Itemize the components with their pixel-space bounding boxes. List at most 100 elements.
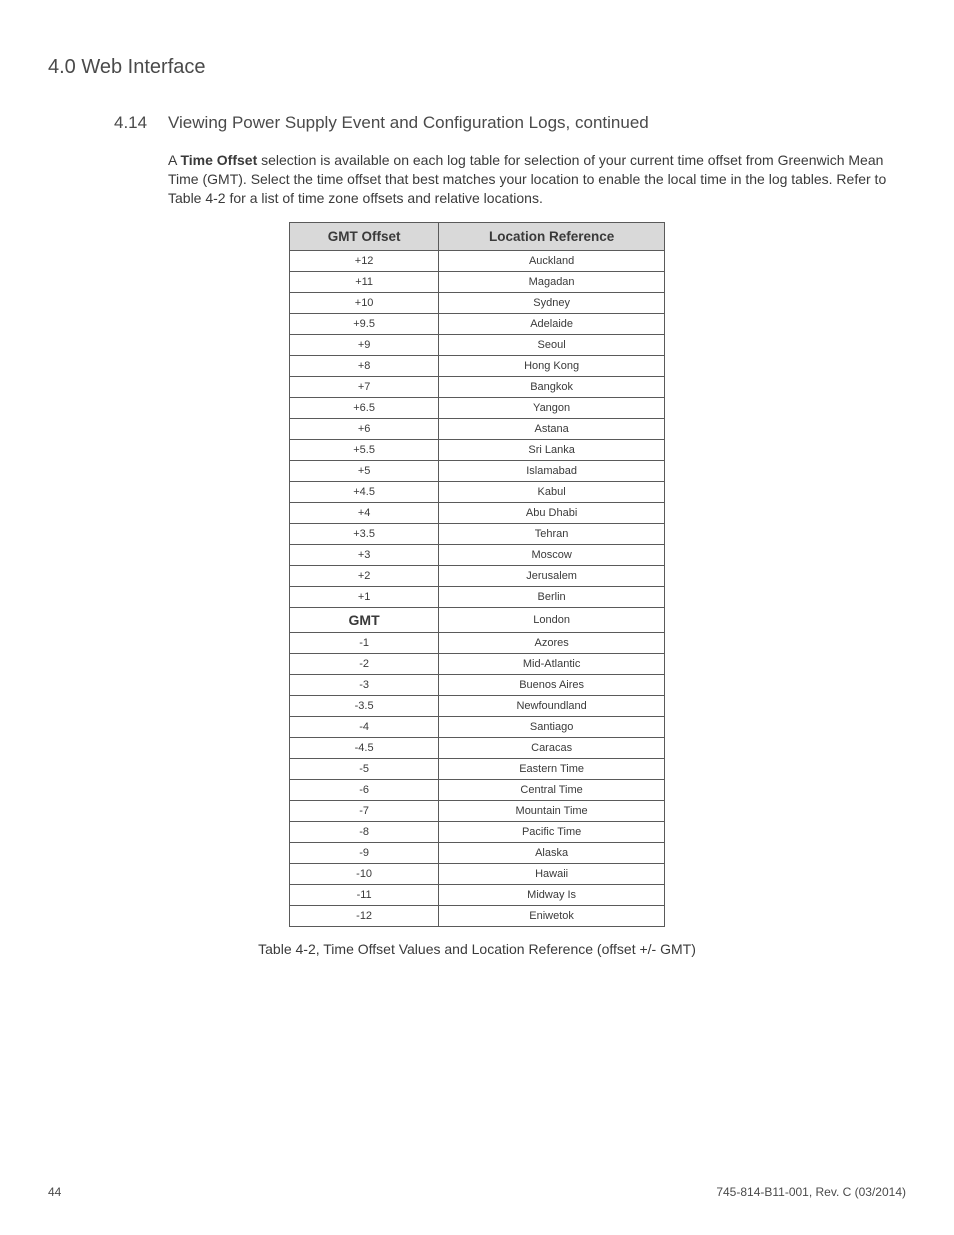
table-cell-offset: +7: [290, 376, 439, 397]
table-cell-offset: -8: [290, 821, 439, 842]
table-cell-location: Azores: [439, 632, 665, 653]
table-cell-location: Seoul: [439, 334, 665, 355]
table-caption: Table 4-2, Time Offset Values and Locati…: [48, 941, 906, 957]
table-cell-location: Astana: [439, 418, 665, 439]
table-cell-location: Moscow: [439, 544, 665, 565]
table-cell-location: Caracas: [439, 737, 665, 758]
table-cell-offset: +1: [290, 586, 439, 607]
table-cell-offset: +6.5: [290, 397, 439, 418]
table-row: +7Bangkok: [290, 376, 665, 397]
table-row: -1Azores: [290, 632, 665, 653]
table-row: +6.5Yangon: [290, 397, 665, 418]
table-cell-location: Auckland: [439, 250, 665, 271]
table-cell-location: Central Time: [439, 779, 665, 800]
table-cell-offset: +8: [290, 355, 439, 376]
table-row: +11Magadan: [290, 271, 665, 292]
table-cell-offset: +9: [290, 334, 439, 355]
table-row: +4.5Kabul: [290, 481, 665, 502]
paragraph-lead: A: [168, 152, 180, 168]
table-cell-location: Eastern Time: [439, 758, 665, 779]
table-cell-offset: -10: [290, 863, 439, 884]
table-row: +5Islamabad: [290, 460, 665, 481]
table-cell-offset: -3.5: [290, 695, 439, 716]
table-cell-offset: +10: [290, 292, 439, 313]
table-cell-offset: -7: [290, 800, 439, 821]
table-cell-offset: +3.5: [290, 523, 439, 544]
table-cell-offset: +6: [290, 418, 439, 439]
table-row: -11Midway Is: [290, 884, 665, 905]
table-cell-offset: -4: [290, 716, 439, 737]
section-number: 4.14: [114, 113, 168, 133]
table-row: -3Buenos Aires: [290, 674, 665, 695]
table-cell-offset: +5: [290, 460, 439, 481]
table-cell-location: Magadan: [439, 271, 665, 292]
page-footer: 44 745-814-B11-001, Rev. C (03/2014): [48, 1185, 906, 1199]
table-cell-location: Buenos Aires: [439, 674, 665, 695]
table-cell-offset: -6: [290, 779, 439, 800]
table-cell-location: Midway Is: [439, 884, 665, 905]
table-row: +1Berlin: [290, 586, 665, 607]
section-heading: 4.14 Viewing Power Supply Event and Conf…: [114, 113, 906, 133]
table-row: -3.5Newfoundland: [290, 695, 665, 716]
table-cell-location: Islamabad: [439, 460, 665, 481]
table-row: GMTLondon: [290, 607, 665, 632]
table-row: -8Pacific Time: [290, 821, 665, 842]
table-cell-location: Bangkok: [439, 376, 665, 397]
table-cell-location: Abu Dhabi: [439, 502, 665, 523]
table-cell-offset: +4: [290, 502, 439, 523]
table-cell-location: London: [439, 607, 665, 632]
table-cell-offset: -3: [290, 674, 439, 695]
table-row: +4Abu Dhabi: [290, 502, 665, 523]
table-row: -7Mountain Time: [290, 800, 665, 821]
table-row: +5.5Sri Lanka: [290, 439, 665, 460]
table-row: +9Seoul: [290, 334, 665, 355]
table-row: -4Santiago: [290, 716, 665, 737]
table-cell-offset: -5: [290, 758, 439, 779]
footer-page-number: 44: [48, 1185, 61, 1199]
table-row: -10Hawaii: [290, 863, 665, 884]
table-row: +3.5Tehran: [290, 523, 665, 544]
table-cell-offset: +5.5: [290, 439, 439, 460]
table-cell-offset: +4.5: [290, 481, 439, 502]
table-cell-location: Sri Lanka: [439, 439, 665, 460]
table-row: +6Astana: [290, 418, 665, 439]
table-row: -2Mid-Atlantic: [290, 653, 665, 674]
table-cell-location: Pacific Time: [439, 821, 665, 842]
table-row: +9.5Adelaide: [290, 313, 665, 334]
chapter-heading: 4.0 Web Interface: [48, 56, 906, 79]
table-cell-offset: GMT: [290, 607, 439, 632]
table-row: +8Hong Kong: [290, 355, 665, 376]
table-header-offset: GMT Offset: [290, 222, 439, 250]
table-row: -5Eastern Time: [290, 758, 665, 779]
section-title: Viewing Power Supply Event and Configura…: [168, 113, 649, 133]
table-row: -12Eniwetok: [290, 905, 665, 926]
table-cell-offset: +12: [290, 250, 439, 271]
table-cell-offset: +11: [290, 271, 439, 292]
table-row: +2Jerusalem: [290, 565, 665, 586]
table-row: +3Moscow: [290, 544, 665, 565]
table-cell-location: Sydney: [439, 292, 665, 313]
table-cell-location: Hong Kong: [439, 355, 665, 376]
table-cell-offset: -9: [290, 842, 439, 863]
table-header-location: Location Reference: [439, 222, 665, 250]
paragraph-rest: selection is available on each log table…: [168, 152, 886, 206]
table-row: +10Sydney: [290, 292, 665, 313]
table-cell-location: Mid-Atlantic: [439, 653, 665, 674]
table-cell-location: Alaska: [439, 842, 665, 863]
table-cell-offset: -2: [290, 653, 439, 674]
table-row: -4.5Caracas: [290, 737, 665, 758]
table-cell-offset: +9.5: [290, 313, 439, 334]
table-cell-offset: -4.5: [290, 737, 439, 758]
gmt-offset-table: GMT Offset Location Reference +12Aucklan…: [289, 222, 665, 927]
table-cell-location: Hawaii: [439, 863, 665, 884]
table-cell-offset: +2: [290, 565, 439, 586]
paragraph-bold: Time Offset: [180, 152, 257, 168]
table-cell-offset: +3: [290, 544, 439, 565]
table-cell-location: Berlin: [439, 586, 665, 607]
table-row: +12Auckland: [290, 250, 665, 271]
table-cell-offset: -1: [290, 632, 439, 653]
table-cell-offset: -12: [290, 905, 439, 926]
table-cell-location: Eniwetok: [439, 905, 665, 926]
table-row: -6Central Time: [290, 779, 665, 800]
footer-doc-id: 745-814-B11-001, Rev. C (03/2014): [716, 1185, 906, 1199]
